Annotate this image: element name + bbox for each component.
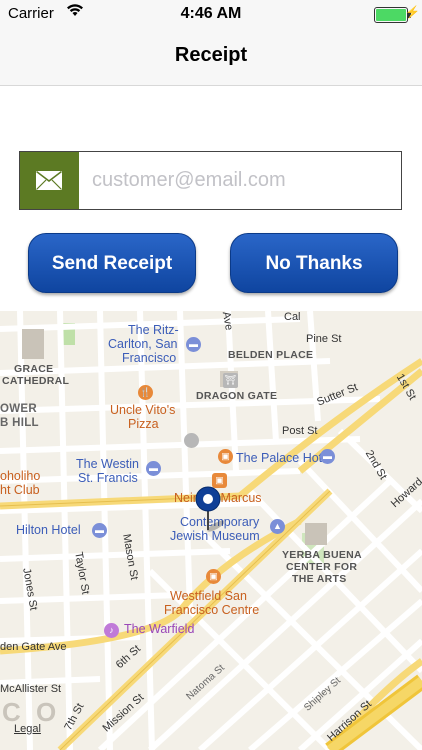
map-view[interactable]: The Ritz- Carlton, San Francisco ▬ BELDE…	[0, 311, 422, 750]
shopping-icon[interactable]: ▣	[218, 449, 233, 464]
westin-label-2: St. Francis	[78, 471, 138, 485]
westfield-label-2: Francisco Centre	[164, 603, 260, 617]
poi-ritz-label-1: The Ritz-	[128, 323, 179, 337]
status-time: 4:46 AM	[180, 5, 242, 22]
street-mcallister: McAllister St	[0, 683, 62, 695]
hotel-icon[interactable]: ▬	[92, 523, 107, 538]
street-cal: Cal	[284, 311, 301, 323]
belden-place-label: BELDEN PLACE	[228, 349, 314, 361]
charging-icon: ⚡	[405, 5, 420, 19]
hotel-icon[interactable]: ▬	[320, 449, 335, 464]
westin-label-1: The Westin	[76, 457, 139, 471]
oholiho-label-1: oholiho	[0, 469, 41, 483]
no-thanks-button[interactable]: No Thanks	[230, 233, 398, 293]
street-pine: Pine St	[306, 333, 342, 345]
battery-icon	[374, 7, 411, 23]
hotel-icon[interactable]: ▬	[186, 337, 201, 352]
grace-label-2: CATHEDRAL	[2, 375, 70, 387]
tower-label-1: OWER	[0, 403, 37, 415]
send-receipt-button[interactable]: Send Receipt	[28, 233, 196, 293]
email-field-row	[19, 151, 402, 210]
oholiho-label-2: ht Club	[0, 483, 40, 497]
yerba-buena-label-2: CENTER FOR	[286, 561, 358, 573]
grace-label-1: GRACE	[14, 363, 54, 375]
navigation-bar: Receipt	[0, 28, 422, 86]
palace-hotel-label: The Palace Hotel	[236, 451, 332, 465]
landmark-icon[interactable]: ⛩	[223, 373, 238, 388]
street-golden-gate: den Gate Ave	[0, 641, 67, 653]
street-post: Post St	[282, 425, 318, 437]
apple-store-icon[interactable]	[184, 433, 199, 448]
museum-icon[interactable]: ▲	[270, 519, 285, 534]
tower-label-2: B HILL	[0, 417, 39, 429]
yerba-buena-label-3: THE ARTS	[292, 573, 347, 585]
dragon-gate-label: DRAGON GATE	[196, 390, 278, 402]
uncle-vitos-label-2: Pizza	[128, 417, 159, 431]
status-bar: Carrier 4:46 AM ⚡	[0, 0, 422, 28]
westfield-label-1: Westfield San	[170, 589, 247, 603]
warfield-label: The Warfield	[124, 622, 195, 636]
shopping-icon[interactable]: ▣	[206, 569, 221, 584]
yerba-buena-label-1: YERBA BUENA	[282, 549, 362, 561]
email-input[interactable]	[80, 152, 400, 209]
music-venue-icon[interactable]: ♪	[104, 623, 119, 638]
hotel-icon[interactable]: ▬	[146, 461, 161, 476]
envelope-icon	[20, 152, 79, 209]
restaurant-icon[interactable]: 🍴	[138, 385, 153, 400]
poi-ritz-label-3: Francisco	[122, 351, 177, 365]
hilton-label: Hilton Hotel	[16, 523, 81, 537]
poi-ritz-label-2: Carlton, San	[108, 337, 178, 351]
uncle-vitos-label-1: Uncle Vito's	[110, 403, 176, 417]
legal-link[interactable]: Legal	[14, 723, 41, 735]
page-title: Receipt	[174, 44, 248, 66]
